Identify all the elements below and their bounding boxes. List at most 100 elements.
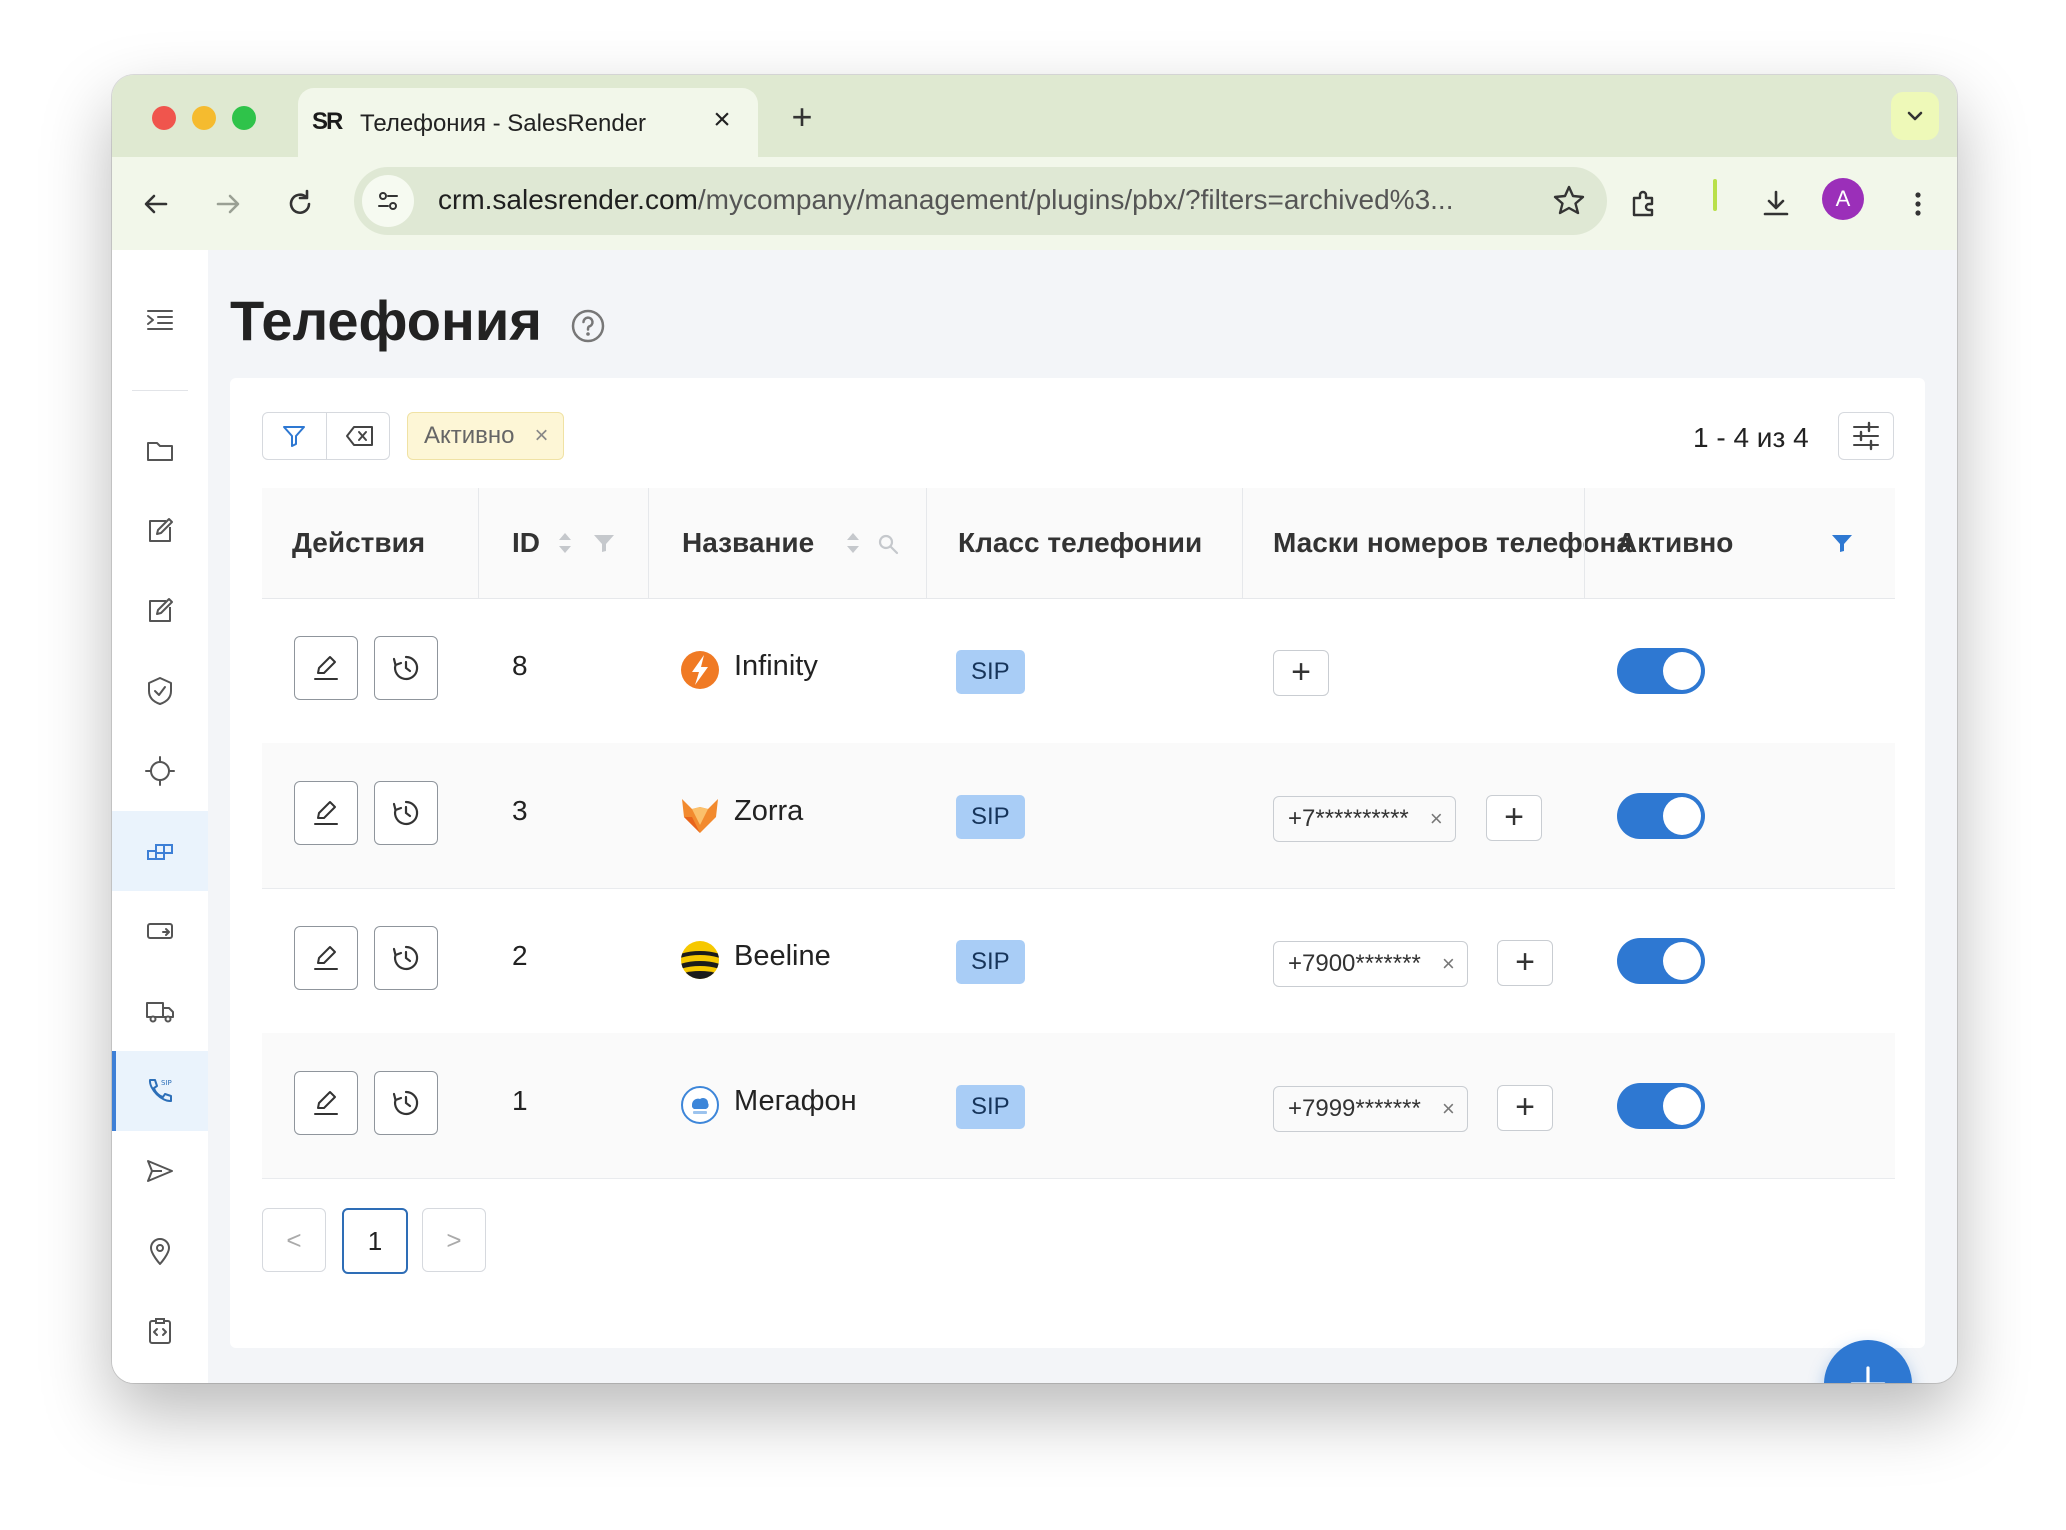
pagination-next-button[interactable]: > xyxy=(422,1208,486,1272)
zoom-window-button[interactable] xyxy=(232,106,256,130)
plus-icon xyxy=(1850,1366,1886,1383)
new-tab-button[interactable]: + xyxy=(782,97,822,137)
edit-button[interactable] xyxy=(294,781,358,845)
remove-mask-icon[interactable]: × xyxy=(1442,1087,1455,1131)
edit-note-icon xyxy=(149,518,173,542)
downloads-button[interactable] xyxy=(1752,180,1800,228)
column-filter-icon[interactable] xyxy=(592,532,616,554)
remove-filter-icon[interactable]: × xyxy=(535,413,549,459)
url-text: crm.salesrender.com/mycompany/management… xyxy=(438,184,1453,216)
phone-mask-value: +7999******* xyxy=(1288,1095,1421,1122)
forward-button[interactable] xyxy=(204,180,252,228)
header-id[interactable]: ID xyxy=(512,488,540,598)
pagination-page-1[interactable]: 1 xyxy=(342,1208,408,1274)
active-toggle[interactable] xyxy=(1617,648,1705,694)
toggle-knob xyxy=(1663,797,1701,835)
header-active[interactable]: Активно xyxy=(1617,488,1733,598)
bookmark-button[interactable] xyxy=(1547,179,1591,223)
sidebar-item-delivery[interactable] xyxy=(112,971,208,1051)
arrow-left-icon xyxy=(144,194,168,214)
extensions-button[interactable] xyxy=(1620,180,1668,228)
sort-icon[interactable] xyxy=(554,528,576,558)
pagination-prev-button[interactable]: < xyxy=(262,1208,326,1272)
sidebar-item-security[interactable] xyxy=(112,651,208,731)
edit-button[interactable] xyxy=(294,926,358,990)
sidebar-divider xyxy=(132,390,188,391)
add-mask-button[interactable]: + xyxy=(1497,1085,1553,1131)
arrow-right-icon xyxy=(216,194,240,214)
zorra-fox-logo-icon xyxy=(682,799,718,833)
active-filter-chip[interactable]: Активно × xyxy=(407,412,564,460)
sidebar-item-telephony[interactable]: SIP xyxy=(112,1051,208,1131)
table-header: Действия ID Название Класс телефонии Мас… xyxy=(262,488,1895,599)
sidebar-item-edit-2[interactable] xyxy=(112,571,208,651)
sort-icon[interactable] xyxy=(842,528,864,558)
svg-text:SIP: SIP xyxy=(161,1079,172,1087)
browser-menu-button[interactable] xyxy=(1894,180,1942,228)
edit-button[interactable] xyxy=(294,1071,358,1135)
browser-tab-active[interactable]: SR Телефония - SalesRender × xyxy=(298,88,758,157)
crosshair-icon xyxy=(145,756,175,786)
active-toggle[interactable] xyxy=(1617,938,1705,984)
filter-button[interactable] xyxy=(263,413,325,459)
cell-id: 3 xyxy=(512,795,528,826)
menu-collapse-icon xyxy=(147,310,173,330)
column-settings-button[interactable] xyxy=(1838,412,1894,460)
profile-avatar[interactable]: A xyxy=(1822,178,1864,220)
sidebar-collapse-toggle[interactable] xyxy=(112,280,208,360)
add-mask-button[interactable]: + xyxy=(1273,650,1329,696)
help-icon[interactable] xyxy=(570,308,606,344)
clear-filters-button[interactable] xyxy=(326,413,389,459)
minimize-window-button[interactable] xyxy=(192,106,216,130)
sidebar: SIP xyxy=(112,250,208,1383)
sidebar-item-api[interactable] xyxy=(112,1291,208,1371)
sidebar-item-edit[interactable] xyxy=(112,491,208,571)
sidebar-item-files[interactable] xyxy=(112,411,208,491)
column-filter-active-icon[interactable] xyxy=(1830,532,1854,554)
send-icon xyxy=(147,1160,173,1182)
sidebar-item-payments[interactable] xyxy=(112,891,208,971)
sidebar-item-plugins[interactable] xyxy=(112,811,208,891)
remove-mask-icon[interactable]: × xyxy=(1442,942,1455,986)
tab-search-button[interactable] xyxy=(1891,92,1939,140)
sidebar-item-messages[interactable] xyxy=(112,1131,208,1211)
history-button[interactable] xyxy=(374,636,438,700)
close-window-button[interactable] xyxy=(152,106,176,130)
sip-badge: SIP xyxy=(956,795,1025,839)
history-button[interactable] xyxy=(374,926,438,990)
toggle-knob xyxy=(1663,942,1701,980)
sip-phone-icon: SIP xyxy=(148,1079,172,1103)
megafon-pbx-logo-icon xyxy=(681,1086,719,1124)
cell-name: Мегафон xyxy=(734,1085,857,1117)
remove-mask-icon[interactable]: × xyxy=(1430,797,1443,841)
pencil-icon xyxy=(314,656,338,680)
browser-window: SR Телефония - SalesRender × + crm.sales… xyxy=(112,75,1957,1383)
active-filter-chip-label: Активно xyxy=(424,422,515,449)
reload-button[interactable] xyxy=(276,180,324,228)
search-icon[interactable] xyxy=(876,532,900,556)
edit-button[interactable] xyxy=(294,636,358,700)
sidebar-item-target[interactable] xyxy=(112,731,208,811)
history-icon xyxy=(392,655,419,681)
header-class: Класс телефонии xyxy=(958,527,1203,558)
site-info-button[interactable] xyxy=(362,175,414,227)
sip-badge: SIP xyxy=(956,1085,1025,1129)
phone-mask-tag: +7999******* × xyxy=(1273,1086,1468,1132)
more-vertical-icon xyxy=(1915,192,1921,216)
history-button[interactable] xyxy=(374,1071,438,1135)
active-toggle[interactable] xyxy=(1617,1083,1705,1129)
tab-close-button[interactable]: × xyxy=(704,102,740,138)
map-pin-icon xyxy=(150,1238,170,1265)
back-button[interactable] xyxy=(132,180,180,228)
filter-button-group xyxy=(262,412,390,460)
code-clipboard-icon xyxy=(149,1318,171,1344)
add-mask-button[interactable]: + xyxy=(1497,940,1553,986)
history-icon xyxy=(392,945,419,971)
active-toggle[interactable] xyxy=(1617,793,1705,839)
header-name[interactable]: Название xyxy=(682,488,814,598)
cell-name: Infinity xyxy=(734,650,818,682)
sidebar-item-locations[interactable] xyxy=(112,1211,208,1291)
history-button[interactable] xyxy=(374,781,438,845)
address-bar[interactable]: crm.salesrender.com/mycompany/management… xyxy=(354,167,1607,235)
add-mask-button[interactable]: + xyxy=(1486,795,1542,841)
